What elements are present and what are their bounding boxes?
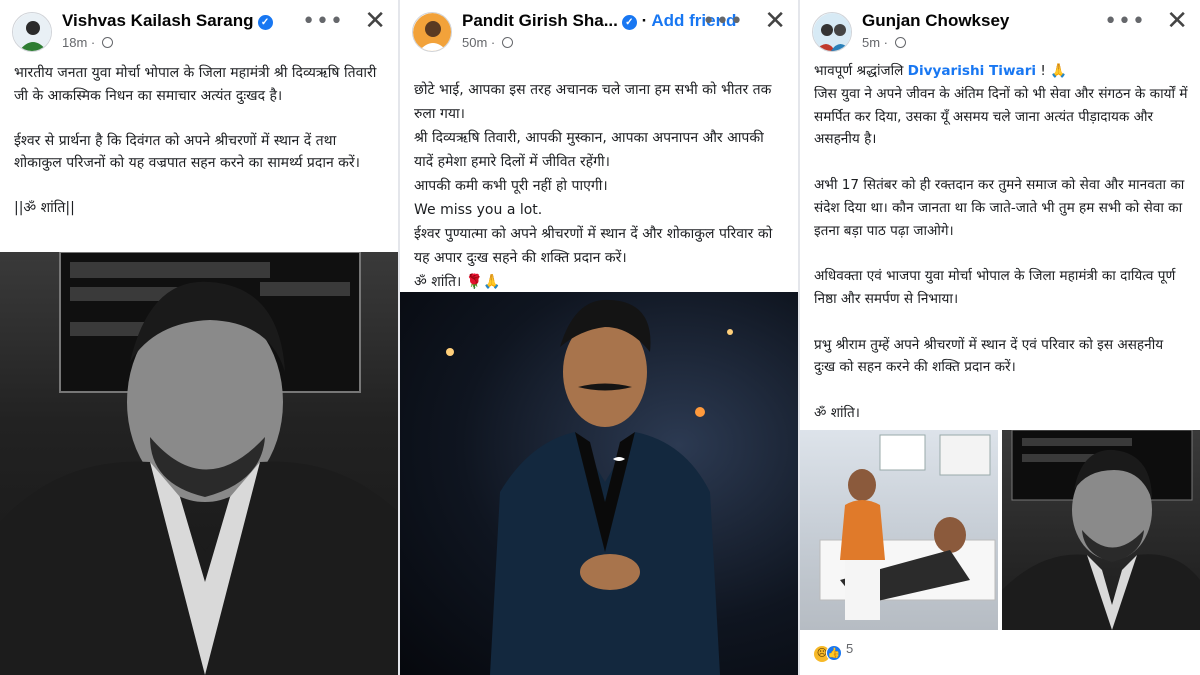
more-options-icon[interactable]: ••• [1104, 11, 1146, 33]
author-name[interactable]: Pandit Girish Sha... [462, 11, 618, 30]
author-name-line: Vishvas Kailash Sarang ✓ [62, 10, 306, 32]
post-meta: 18m · [62, 34, 306, 52]
post-photo[interactable] [0, 252, 398, 675]
post-text: भारतीय जनता युवा मोर्चा भोपाल के जिला मह… [14, 65, 377, 216]
post-header: Vishvas Kailash Sarang ✓ 18m · ••• ✕ [12, 8, 386, 56]
globe-icon [101, 37, 113, 48]
author-name[interactable]: Gunjan Chowksey [862, 11, 1009, 30]
post-photo-hospital[interactable] [800, 430, 998, 630]
post-photo-portrait[interactable] [1002, 430, 1200, 630]
close-icon[interactable]: ✕ [1166, 8, 1188, 34]
avatar[interactable] [12, 12, 52, 52]
avatar[interactable] [812, 12, 852, 52]
post-text: भावपूर्ण श्रद्धांजलि Divyarishi Tiwari !… [814, 60, 1188, 425]
post-time[interactable]: 50m [462, 35, 487, 50]
tagged-name-link[interactable]: Divyarishi Tiwari [908, 63, 1036, 79]
close-icon[interactable]: ✕ [764, 8, 786, 34]
author-name[interactable]: Vishvas Kailash Sarang [62, 11, 254, 30]
post-time[interactable]: 5m [862, 35, 880, 50]
reactions-bar[interactable]: ☹👍 5 [814, 640, 854, 662]
author-block: Vishvas Kailash Sarang ✓ 18m · [62, 10, 306, 52]
verified-badge-icon: ✓ [621, 15, 637, 30]
more-options-icon[interactable]: ••• [302, 11, 344, 33]
globe-icon [894, 37, 906, 48]
author-name-line: Pandit Girish Sha... ✓ · Add friend [462, 11, 737, 30]
author-name-line: Gunjan Chowksey [862, 10, 1108, 32]
more-options-icon[interactable]: ••• [702, 11, 744, 33]
author-block: Gunjan Chowksey 5m · [862, 10, 1108, 52]
post-text-body: ! 🙏 जिस युवा ने अपने जीवन के अंतिम दिनों… [814, 63, 1188, 421]
post-photo[interactable] [400, 292, 798, 675]
post-time[interactable]: 18m [62, 35, 87, 50]
post-meta: 5m · [862, 34, 1108, 52]
verified-badge-icon: ✓ [257, 15, 273, 30]
post-text: छोटे भाई, आपका इस तरह अचानक चले जाना हम … [414, 82, 773, 290]
author-block: Pandit Girish Sha... ✓ · Add friend 50m · [462, 10, 737, 52]
post-header: Gunjan Chowksey 5m · ••• ✕ [812, 8, 1188, 56]
like-reaction-icon: 👍 [826, 645, 842, 661]
close-icon[interactable]: ✕ [364, 8, 386, 34]
globe-icon [501, 37, 513, 48]
reaction-count: 5 [846, 641, 854, 656]
avatar[interactable] [412, 12, 452, 52]
post-header: Pandit Girish Sha... ✓ · Add friend 50m ·… [412, 8, 786, 56]
post-meta: 50m · [462, 34, 722, 52]
post-text-prefix: भावपूर्ण श्रद्धांजलि [814, 63, 908, 79]
